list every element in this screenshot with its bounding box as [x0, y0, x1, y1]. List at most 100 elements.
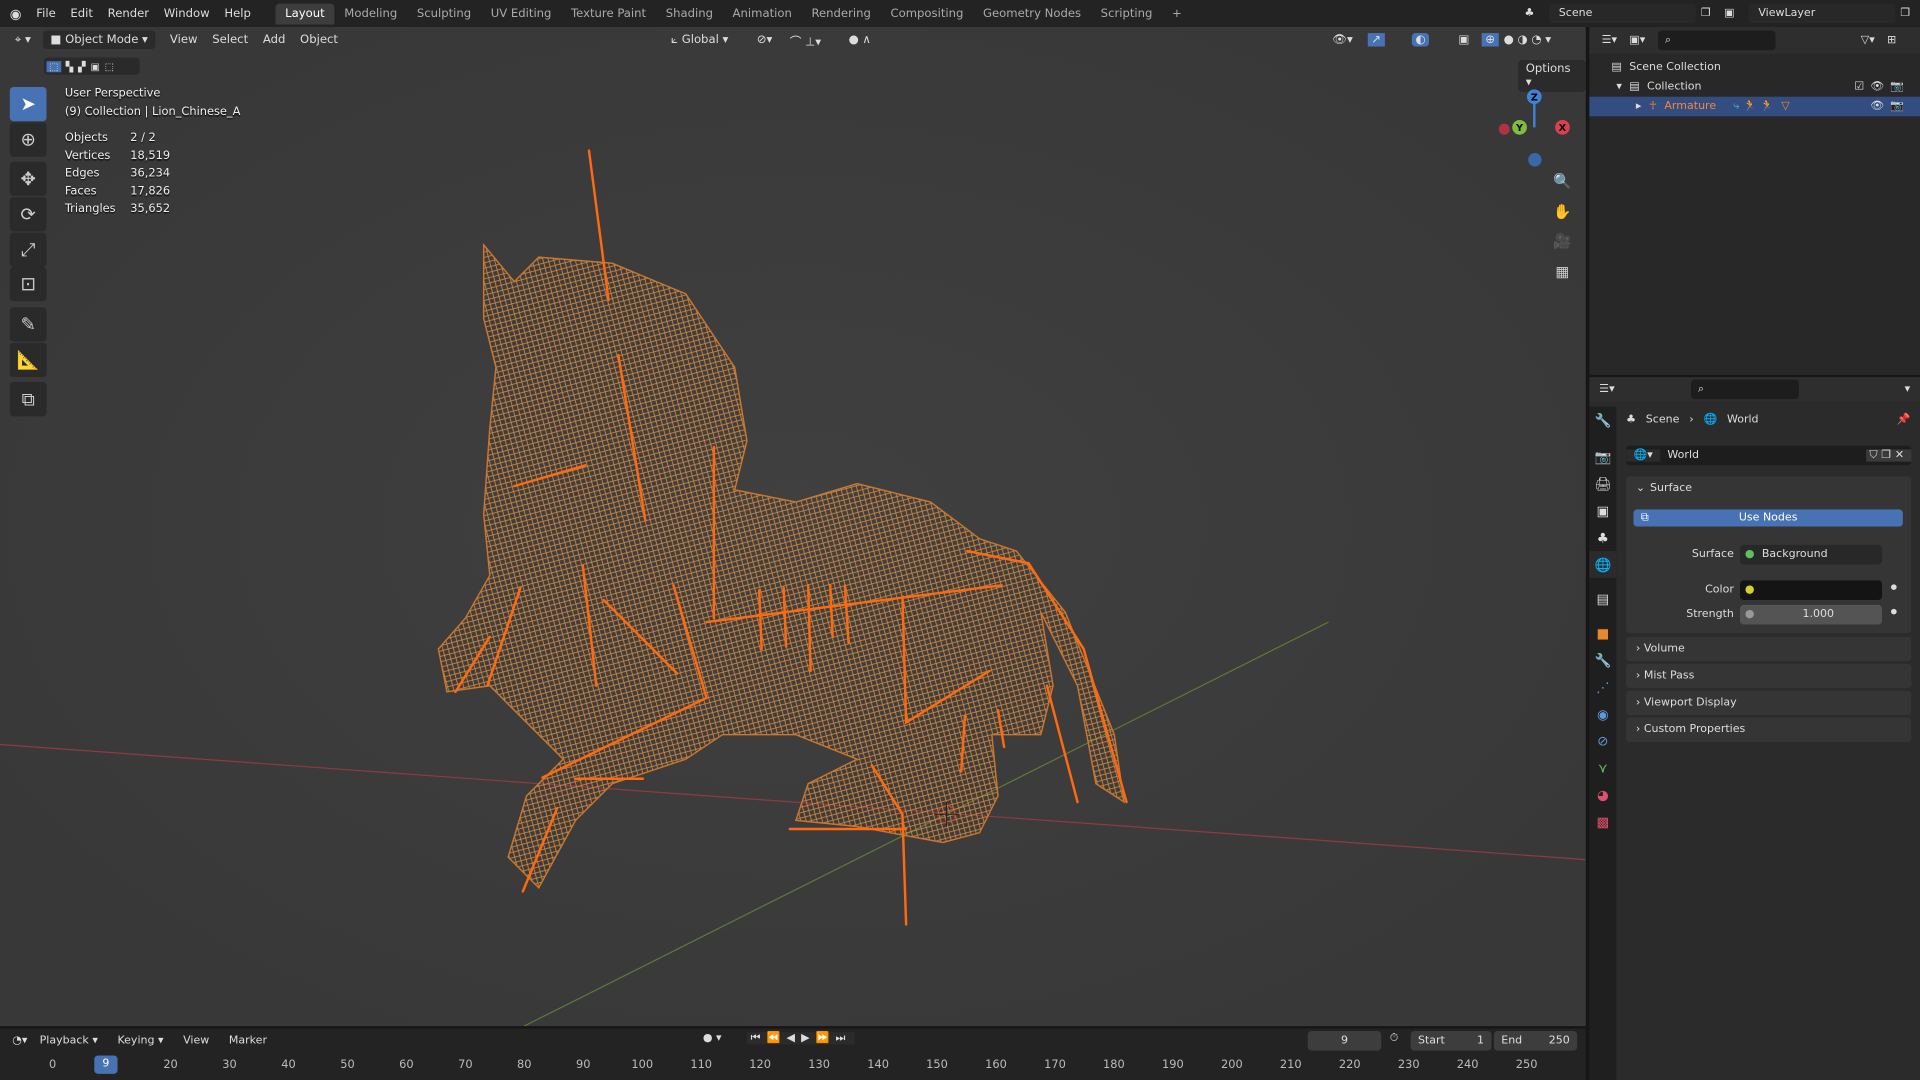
- world-tab-icon[interactable]: 🌐: [1589, 551, 1617, 578]
- tool-tab-icon[interactable]: 🔧: [1589, 407, 1616, 434]
- filter-icon[interactable]: ▽▾: [1861, 34, 1875, 46]
- expand-arrow-icon[interactable]: ▸: [1636, 100, 1642, 112]
- world-actions[interactable]: ⛉❐✕: [1865, 449, 1912, 462]
- gizmo-x-axis[interactable]: X: [1555, 120, 1570, 135]
- timeline[interactable]: ◔▾ Playback ▾ Keying ▾ View Marker ● ▾ ⏮…: [0, 1028, 1586, 1080]
- tab-sculpting[interactable]: Sculpting: [407, 3, 481, 24]
- surface-panel-header[interactable]: ⌄ Surface: [1626, 476, 1911, 500]
- outliner-item-scene-collection[interactable]: ▤ Scene Collection: [1589, 58, 1920, 78]
- transform-tool-icon[interactable]: ⊡: [9, 266, 47, 302]
- gizmo-neg-z[interactable]: [1528, 153, 1542, 167]
- editor-type-icon[interactable]: ☰▾: [1599, 383, 1614, 395]
- menu-marker[interactable]: Marker: [222, 1032, 275, 1049]
- gizmo-neg-x[interactable]: [1498, 123, 1510, 135]
- menu-help[interactable]: Help: [217, 7, 258, 20]
- perspective-grid-icon[interactable]: ▦: [1551, 263, 1573, 285]
- tab-uv-editing[interactable]: UV Editing: [481, 3, 561, 24]
- collection-tab-icon[interactable]: ▤: [1589, 585, 1616, 612]
- tab-modeling[interactable]: Modeling: [335, 3, 408, 24]
- outliner-item-armature[interactable]: ▸ ☥ Armature ⤷ 🏃 🏃 ▽ 👁📷: [1589, 96, 1920, 117]
- tab-rendering[interactable]: Rendering: [802, 3, 881, 24]
- tab-animation[interactable]: Animation: [723, 3, 802, 24]
- particles-tab-icon[interactable]: ⋰: [1589, 673, 1616, 700]
- view-layer-selector[interactable]: ▣ ViewLayer ❐: [1724, 3, 1910, 24]
- viewport-display-panel[interactable]: › Viewport Display: [1626, 690, 1912, 716]
- xray-icon[interactable]: ▣: [1458, 33, 1469, 46]
- filter-view-icon[interactable]: ▣▾: [1629, 34, 1645, 46]
- move-tool-icon[interactable]: ✥: [9, 161, 47, 196]
- properties-search-input[interactable]: ⌕: [1690, 379, 1799, 400]
- tab-scripting[interactable]: Scripting: [1091, 3, 1162, 24]
- overlay-toggle-icon[interactable]: ◐: [1411, 33, 1430, 47]
- end-frame-field[interactable]: End 250: [1493, 1031, 1578, 1051]
- modifier-tab-icon[interactable]: 🔧: [1589, 647, 1616, 674]
- proportional-edit-icon[interactable]: ● ∧: [849, 33, 871, 46]
- surface-shader-field[interactable]: ● Background: [1740, 544, 1883, 565]
- annotate-tool-icon[interactable]: ✎: [9, 307, 47, 342]
- mode-dropdown[interactable]: ■ Object Mode ▾: [43, 30, 156, 49]
- view-layer-field[interactable]: ViewLayer: [1748, 3, 1896, 24]
- tab-compositing[interactable]: Compositing: [881, 3, 974, 24]
- menu-object[interactable]: Object: [293, 31, 346, 49]
- use-nodes-button[interactable]: ⧉ Use Nodes: [1633, 509, 1903, 527]
- select-invert-icon[interactable]: ▣: [90, 61, 99, 72]
- menu-add[interactable]: Add: [255, 31, 292, 49]
- menu-window[interactable]: Window: [156, 7, 217, 20]
- select-new-icon[interactable]: ⬚: [46, 60, 61, 72]
- rotate-tool-icon[interactable]: ⟳: [9, 197, 47, 232]
- armature-toggles[interactable]: 👁📷: [1870, 100, 1910, 112]
- menu-view[interactable]: View: [163, 31, 205, 49]
- color-field[interactable]: ●: [1740, 580, 1883, 601]
- cursor-tool-icon[interactable]: ⊕: [9, 122, 47, 157]
- output-tab-icon[interactable]: 🖨: [1589, 470, 1616, 497]
- tab-geometry-nodes[interactable]: Geometry Nodes: [973, 3, 1091, 24]
- strength-field[interactable]: ● 1.000: [1740, 604, 1883, 625]
- pin-icon[interactable]: 📌: [1896, 414, 1910, 426]
- select-mode-buttons[interactable]: ⬚ ▚ ▞ ▣ ⬚: [44, 57, 140, 75]
- stopwatch-icon[interactable]: ⏱: [1390, 1032, 1399, 1044]
- volume-panel[interactable]: › Volume: [1626, 636, 1912, 662]
- tab-shading[interactable]: Shading: [656, 3, 723, 24]
- wireframe-shading-icon[interactable]: ⊕: [1481, 33, 1499, 47]
- expand-arrow-icon[interactable]: ▾: [1616, 81, 1622, 93]
- add-workspace-button[interactable]: +: [1162, 3, 1191, 24]
- menu-select[interactable]: Select: [205, 31, 256, 49]
- outliner-search-input[interactable]: ⌕: [1657, 30, 1776, 51]
- texture-tab-icon[interactable]: ▩: [1589, 808, 1616, 835]
- pan-hand-icon[interactable]: ✋: [1551, 203, 1573, 225]
- start-frame-field[interactable]: Start 1: [1410, 1031, 1492, 1051]
- world-datablock-selector[interactable]: 🌐▾ World ⛉❐✕: [1626, 445, 1912, 466]
- transform-orientation-dropdown[interactable]: ⟀ Global ▾: [671, 33, 728, 46]
- menu-edit[interactable]: Edit: [63, 7, 100, 20]
- editor-type-icon[interactable]: ◔▾: [12, 1035, 27, 1047]
- view-layer-tab-icon[interactable]: ▣: [1589, 497, 1616, 524]
- select-subtract-icon[interactable]: ▞: [78, 61, 86, 72]
- material-tab-icon[interactable]: ◕: [1589, 781, 1616, 808]
- scene-selector[interactable]: ♣ Scene ❐: [1524, 3, 1711, 24]
- options-chevron-icon[interactable]: ▾: [1905, 383, 1911, 395]
- keyframe-dot-icon[interactable]: ●: [1891, 607, 1897, 616]
- measure-tool-icon[interactable]: 📐: [9, 342, 47, 378]
- world-browse-icon[interactable]: 🌐▾: [1626, 449, 1661, 462]
- new-scene-icon[interactable]: ❐: [1701, 7, 1711, 19]
- select-intersect-icon[interactable]: ⬚: [105, 61, 114, 72]
- auto-keying-icon[interactable]: ● ▾: [703, 1032, 722, 1044]
- keyframe-dot-icon[interactable]: ●: [1891, 583, 1897, 592]
- zoom-icon[interactable]: 🔍: [1551, 173, 1573, 195]
- add-cube-tool-icon[interactable]: ⧉: [9, 382, 47, 417]
- new-collection-icon[interactable]: ⊞: [1887, 34, 1896, 46]
- menu-file[interactable]: File: [29, 7, 63, 20]
- scale-tool-icon[interactable]: ⤢: [9, 232, 47, 267]
- select-box-tool-icon[interactable]: ➤: [9, 86, 47, 122]
- custom-properties-panel[interactable]: › Custom Properties: [1626, 717, 1912, 743]
- gizmo-toggle-icon[interactable]: ↗: [1367, 33, 1385, 47]
- snap-icon[interactable]: ⌒ ⊥▾: [790, 31, 821, 48]
- menu-render[interactable]: Render: [100, 7, 156, 20]
- gizmo-z-axis[interactable]: Z: [1526, 89, 1542, 105]
- editor-type-icon[interactable]: ⌖ ▾: [7, 31, 38, 49]
- collection-toggles[interactable]: ☑👁📷: [1854, 81, 1910, 93]
- keying-menu[interactable]: Keying ▾: [110, 1032, 171, 1049]
- display-mode-icon[interactable]: ☰▾: [1602, 34, 1617, 46]
- scene-tab-icon[interactable]: ♣: [1589, 524, 1616, 551]
- tab-texture-paint[interactable]: Texture Paint: [561, 3, 656, 24]
